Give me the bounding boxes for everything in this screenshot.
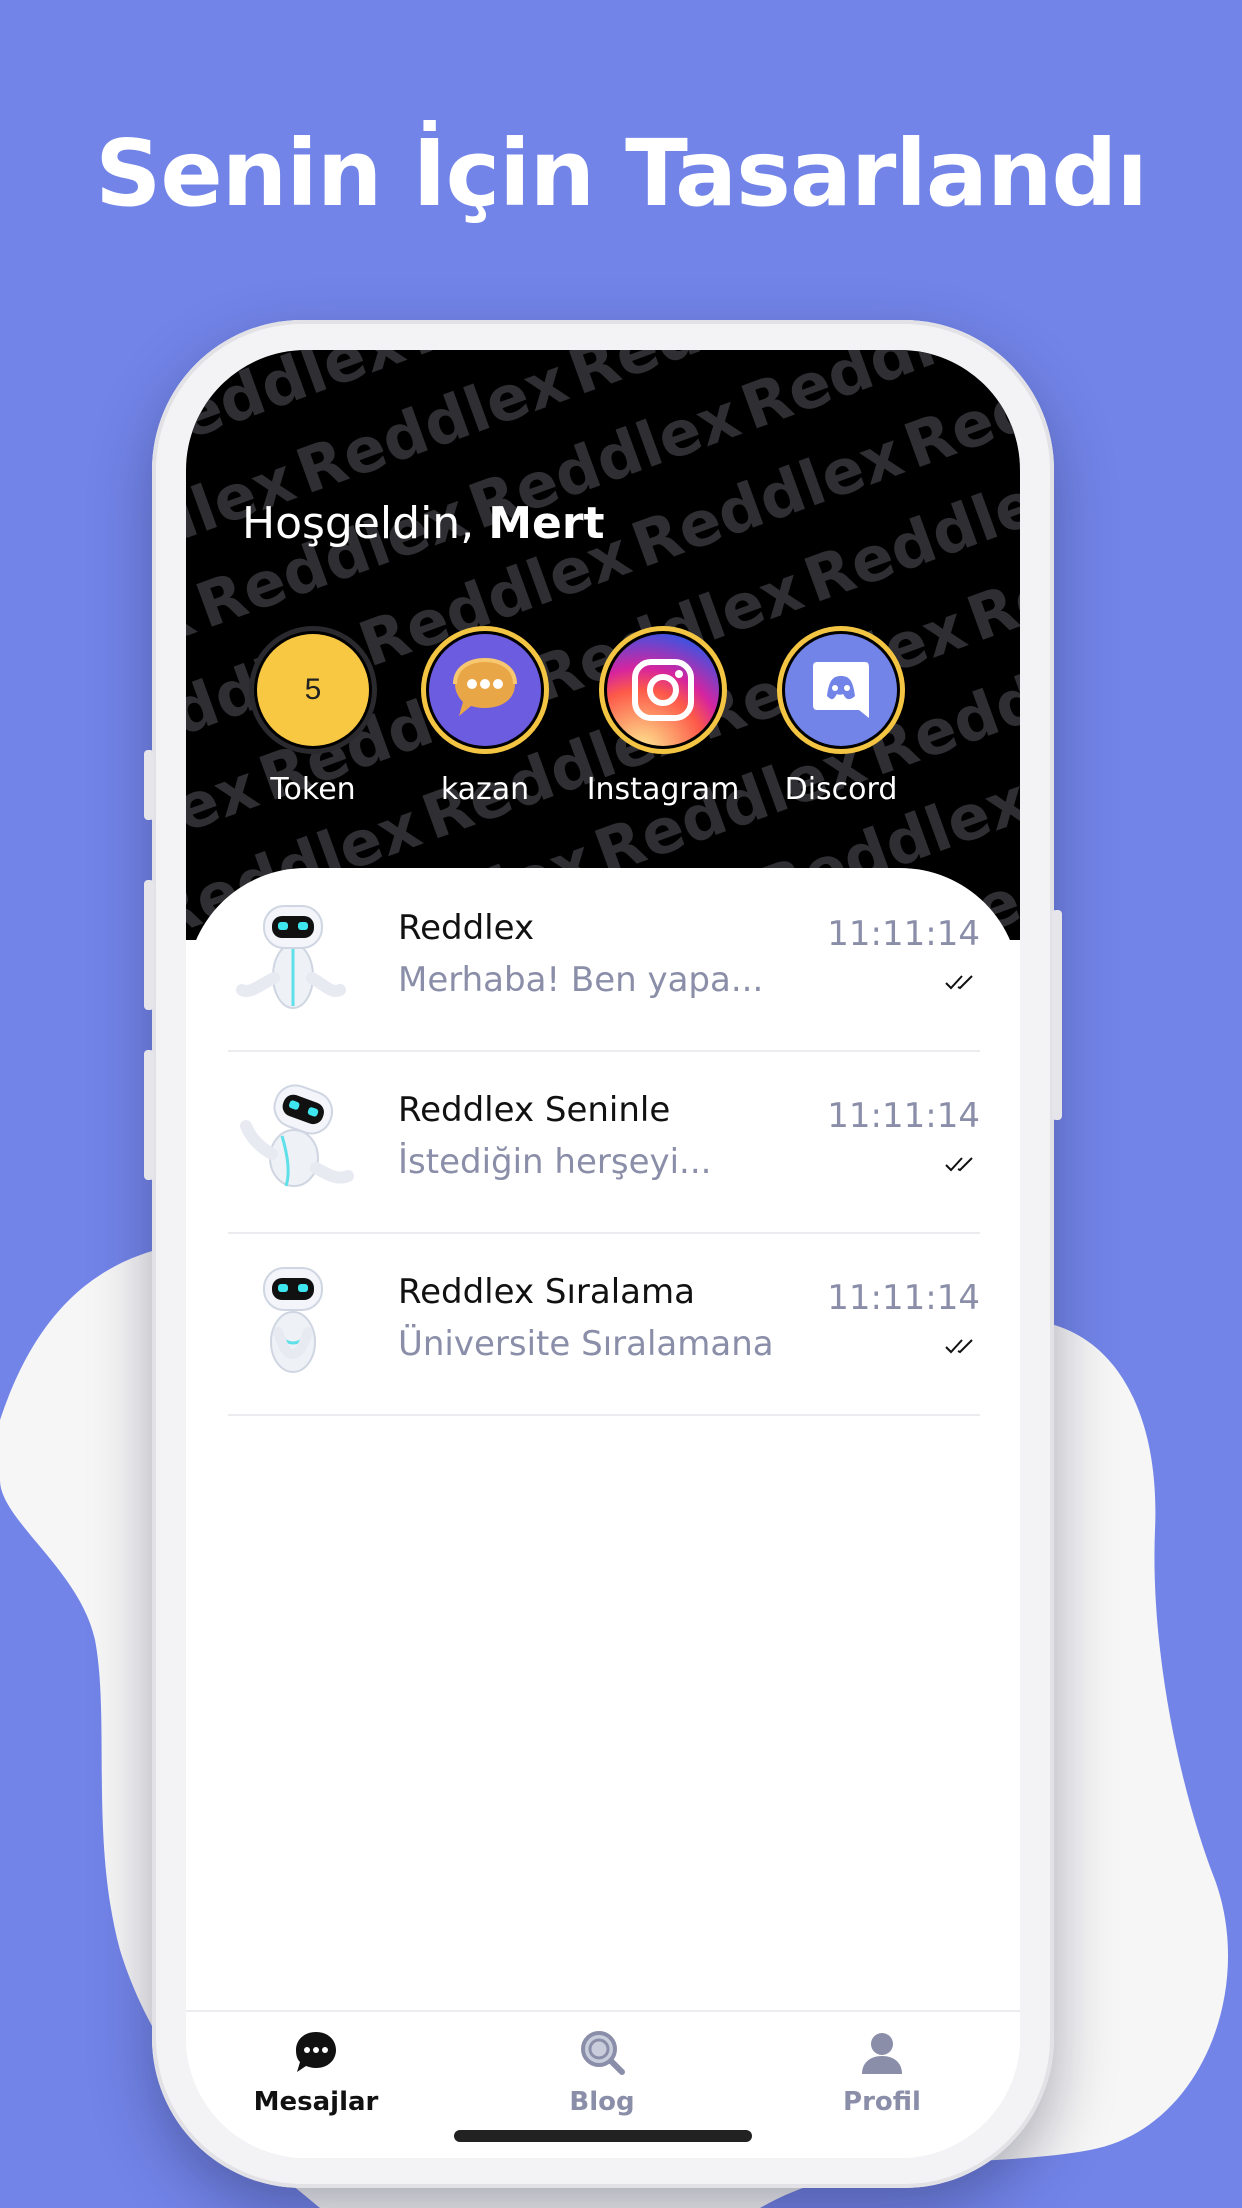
chat-preview: İstediğin herşeyi... <box>398 1142 712 1182</box>
discord-icon <box>785 634 897 746</box>
story-label: Discord <box>784 772 898 807</box>
story-label: Token <box>270 772 356 807</box>
chat-bubble-icon <box>429 634 541 746</box>
chat-time: 11:11:14 <box>827 914 980 954</box>
story-ring <box>599 626 727 754</box>
chat-item-reddlex[interactable]: Reddlex Merhaba! Ben yapa... 11:11:14 <box>228 868 980 1052</box>
message-icon <box>296 2032 336 2072</box>
tab-label: Mesajlar <box>253 2087 379 2117</box>
chat-item-reddlex-siralama[interactable]: Reddlex Sıralama Üniversite Sıralamana 1… <box>228 1232 980 1416</box>
chat-item-reddlex-seninle[interactable]: Reddlex Seninle İstediğin herşeyi... 11:… <box>228 1050 980 1234</box>
story-token[interactable]: 5 Token <box>228 626 398 807</box>
story-instagram[interactable]: Instagram <box>578 626 748 807</box>
story-label: Instagram <box>586 772 740 807</box>
header: Reddlex Reddlex Reddlex Reddlex Reddlex Reddl… <box>186 350 1020 940</box>
chat-name: Reddlex Seninle <box>398 1090 671 1130</box>
chat-preview: Merhaba! Ben yapa... <box>398 960 764 1000</box>
story-label: kazan <box>440 772 530 807</box>
chat-time: 11:11:14 <box>827 1278 980 1318</box>
search-icon <box>581 2031 625 2075</box>
double-check-icon <box>945 1339 973 1354</box>
tab-mesajlar[interactable]: Mesajlar <box>216 2028 416 2117</box>
story-discord[interactable]: Discord <box>756 626 926 807</box>
robot-avatar <box>263 1267 323 1373</box>
story-ring <box>421 626 549 754</box>
silent-switch <box>144 750 154 820</box>
story-kazan[interactable]: kazan <box>400 626 570 807</box>
tab-label: Blog <box>569 2087 635 2117</box>
double-check-icon <box>945 975 973 990</box>
greeting-prefix: Hoşgeldin, <box>242 498 475 549</box>
greeting: Hoşgeldin, Mert <box>242 498 605 549</box>
instagram-icon <box>607 634 719 746</box>
double-check-icon <box>945 1157 973 1172</box>
tab-profil[interactable]: Profil <box>782 2028 982 2117</box>
chat-time: 11:11:14 <box>827 1096 980 1136</box>
story-ring <box>777 626 905 754</box>
chat-name: Reddlex Sıralama <box>398 1272 695 1312</box>
username: Mert <box>488 498 605 549</box>
token-count: 5 <box>304 673 322 706</box>
chat-preview: Üniversite Sıralamana <box>398 1324 774 1364</box>
home-indicator <box>454 2130 752 2142</box>
promo-title: Senin İçin Tasarlandı <box>95 120 1148 227</box>
story-ring: 5 <box>249 626 377 754</box>
robot-avatar <box>236 905 346 1009</box>
chat-list: Reddlex Merhaba! Ben yapa... 11:11:14 Re… <box>186 868 1020 2158</box>
tab-label: Profil <box>843 2087 921 2117</box>
token-coin-icon: 5 <box>257 634 369 746</box>
volume-up-button <box>144 880 154 1010</box>
power-button <box>1052 910 1062 1120</box>
robot-avatar <box>240 1084 354 1187</box>
phone-frame: Reddlex Reddlex Reddlex Reddlex Reddlex Reddl… <box>144 320 1062 2188</box>
volume-down-button <box>144 1050 154 1180</box>
chat-name: Reddlex <box>398 908 535 948</box>
user-icon <box>862 2033 902 2074</box>
tab-blog[interactable]: Blog <box>502 2028 702 2117</box>
phone-screen: Reddlex Reddlex Reddlex Reddlex Reddlex Reddl… <box>186 350 1020 2158</box>
